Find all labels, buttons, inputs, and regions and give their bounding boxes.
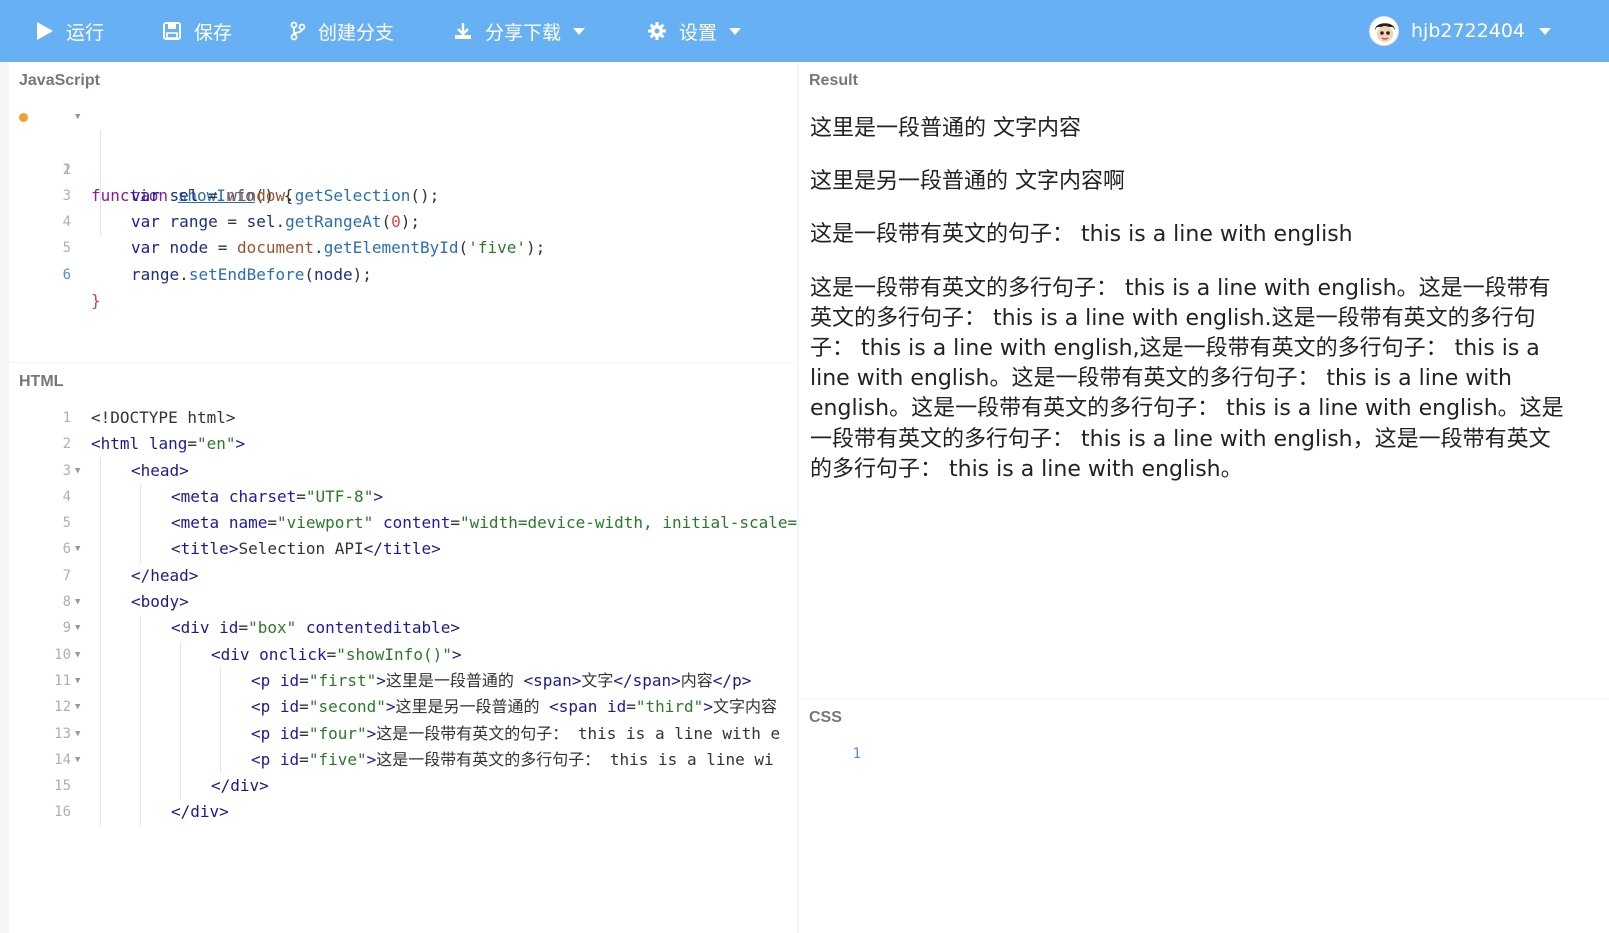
run-button[interactable]: 运行 <box>36 0 104 62</box>
code-line: 1 ▼ function showInfo() { <box>9 104 293 205</box>
save-icon <box>162 21 182 41</box>
css-editor-panel[interactable]: CSS 1 <box>799 699 1609 933</box>
share-download-label: 分享下载 <box>485 21 562 44</box>
result-paragraph-five[interactable]: 这是一段带有英文的多行句子： this is a line with engli… <box>810 274 1570 485</box>
javascript-editor-panel[interactable]: JavaScript 1 ▼ function showInfo() { 2 va… <box>9 62 797 362</box>
result-preview-panel[interactable]: Result 这里是一段普通的 文字内容 这里是另一段普通的 文字内容啊 这是一… <box>799 62 1609 698</box>
share-download-dropdown[interactable]: 分享下载 <box>453 0 586 62</box>
result-content[interactable]: 这里是一段普通的 文字内容 这里是另一段普通的 文字内容啊 这是一段带有英文的句… <box>810 114 1570 508</box>
code-line: <p id="five">这是一段带有英文的多行句子： this is a li… <box>251 749 774 769</box>
code-line: <title>Selection API</title> <box>171 539 441 559</box>
code-line: 2 var sel = window.getSelection(); <box>9 130 439 205</box>
breakpoint-marker-icon[interactable] <box>19 113 28 122</box>
code-line: 3 var range = sel.getRangeAt(0); <box>9 156 420 231</box>
code-line: 4 var node = document.getElementById('fi… <box>9 182 545 257</box>
code-line: 6 } <box>62 266 101 311</box>
code-line: <div id="box" contenteditable> <box>171 618 461 638</box>
code-line: <meta name="viewport" content="width=dev… <box>171 513 797 533</box>
avatar <box>1369 16 1399 46</box>
result-paragraph-first[interactable]: 这里是一段普通的 文字内容 <box>810 114 1570 144</box>
css-panel-title: CSS <box>809 709 842 726</box>
settings-dropdown[interactable]: 设置 <box>647 0 742 62</box>
code-line: <!DOCTYPE html> <box>91 408 236 427</box>
javascript-panel-title: JavaScript <box>19 72 100 89</box>
code-line: <div onclick="showInfo()"> <box>211 644 462 664</box>
play-icon <box>36 21 54 41</box>
code-line: <p id="four">这是一段带有英文的句子： this is a line… <box>251 723 781 743</box>
code-line: <body> <box>131 592 189 612</box>
user-menu[interactable]: hjb2722404 <box>1369 0 1551 62</box>
code-line: <html lang="en"> <box>91 434 246 454</box>
chevron-down-icon <box>1539 27 1551 35</box>
chevron-down-icon <box>729 27 742 35</box>
code-line: <meta charset="UTF-8"> <box>171 486 383 506</box>
code-line: <p id="second">这里是另一段普通的 <span id="third… <box>251 697 777 717</box>
code-line: <head> <box>131 460 189 480</box>
top-toolbar: 运行 保存 创建分支 分享下载 设置 hjb2722404 <box>0 0 1609 62</box>
branch-icon <box>290 21 306 41</box>
code-line: </div> <box>171 802 229 822</box>
code-line: 5 range.setEndBefore(node); <box>9 209 372 284</box>
gear-icon <box>647 21 667 41</box>
chevron-down-icon <box>573 27 586 35</box>
fold-arrow-icon[interactable]: ▼ <box>75 104 80 130</box>
result-paragraph-four[interactable]: 这是一段带有英文的句子： this is a line with english <box>810 220 1570 250</box>
download-icon <box>453 21 473 41</box>
html-panel-title: HTML <box>19 373 64 390</box>
result-panel-title: Result <box>809 72 858 89</box>
code-line: <p id="first">这里是一段普通的 <span>文字</span>内容… <box>251 670 752 690</box>
settings-label: 设置 <box>679 21 718 44</box>
save-button[interactable]: 保存 <box>162 0 232 62</box>
html-editor-panel[interactable]: HTML 1 <!DOCTYPE html> 2 <html lang="en"> … <box>9 363 797 933</box>
result-paragraph-second[interactable]: 这里是另一段普通的 文字内容啊 <box>810 167 1570 197</box>
username: hjb2722404 <box>1411 20 1525 42</box>
run-label: 运行 <box>66 21 105 44</box>
code-line: </head> <box>131 565 199 585</box>
code-line: </div> <box>211 776 269 796</box>
create-branch-label: 创建分支 <box>318 21 395 44</box>
create-branch-button[interactable]: 创建分支 <box>290 0 394 62</box>
javascript-code[interactable]: 1 ▼ function showInfo() { 2 var sel = win… <box>9 104 545 311</box>
save-label: 保存 <box>194 21 233 44</box>
